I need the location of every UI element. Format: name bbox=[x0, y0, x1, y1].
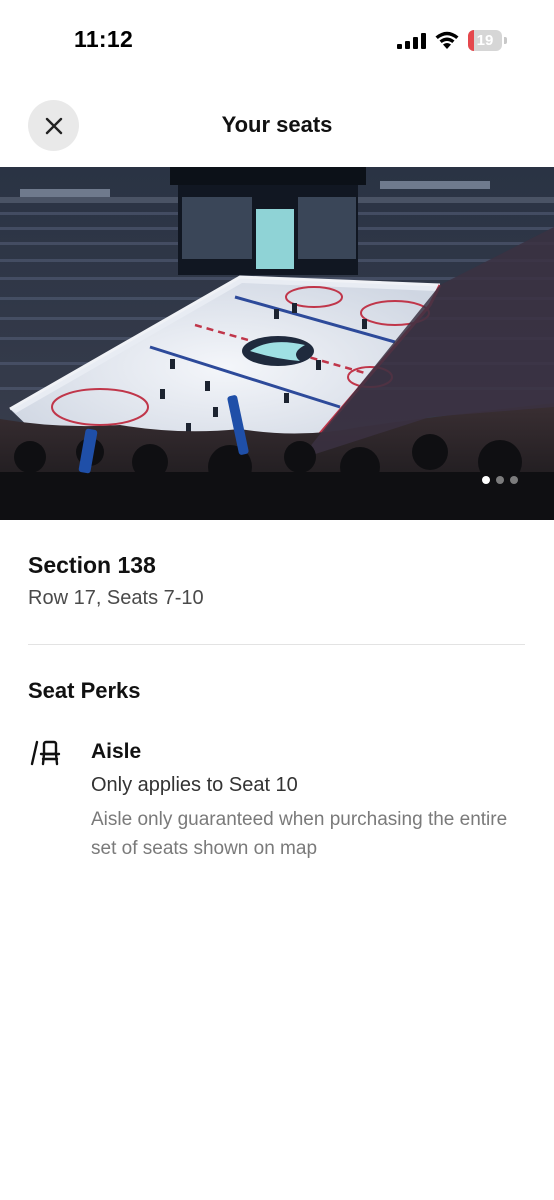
page-title: Your seats bbox=[221, 112, 333, 137]
seat-perks-heading: Seat Perks bbox=[28, 678, 141, 703]
perk-name: Aisle bbox=[91, 740, 142, 763]
perk-detail: Only applies to Seat 10 bbox=[91, 774, 298, 796]
battery-icon: 19 bbox=[468, 30, 508, 51]
carousel-dot[interactable] bbox=[482, 476, 490, 484]
row-seats: Row 17, Seats 7-10 bbox=[28, 587, 204, 609]
arena-seat-view-image[interactable] bbox=[0, 167, 554, 520]
wifi-icon bbox=[435, 31, 459, 49]
carousel-dot[interactable] bbox=[496, 476, 504, 484]
status-time: 11:12 bbox=[74, 26, 134, 52]
battery-level: 19 bbox=[476, 32, 494, 49]
cellular-signal-icon bbox=[397, 33, 426, 49]
aisle-seat-icon bbox=[30, 740, 61, 766]
divider bbox=[28, 644, 525, 645]
carousel-indicator[interactable] bbox=[482, 476, 518, 484]
carousel-dot[interactable] bbox=[510, 476, 518, 484]
perk-note: Aisle only guaranteed when purchasing th… bbox=[91, 809, 508, 859]
status-bar: 11:12 19 bbox=[0, 0, 554, 84]
section-name: Section 138 bbox=[28, 552, 156, 578]
